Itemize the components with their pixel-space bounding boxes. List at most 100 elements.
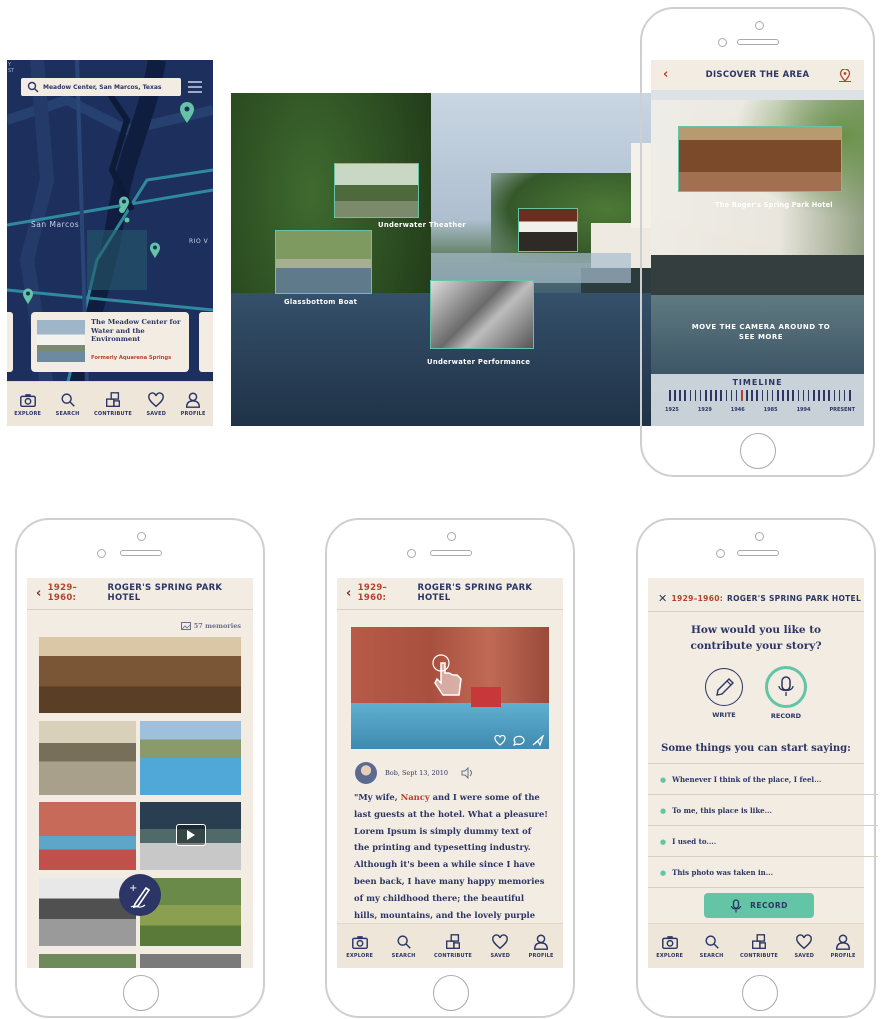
timeline-tick bbox=[771, 390, 774, 401]
gallery-photo[interactable] bbox=[140, 721, 241, 795]
side-card-left[interactable] bbox=[7, 312, 13, 372]
search-bar[interactable]: Meadow Center, San Marcos, Texas bbox=[21, 78, 181, 96]
audio-icon[interactable] bbox=[460, 767, 474, 779]
back-arrow-icon[interactable]: ‹ bbox=[36, 586, 42, 601]
timeline-years: 1925 1929 1946 1985 1994 PRESENT bbox=[665, 407, 855, 413]
timeline-year[interactable]: 1929 bbox=[698, 407, 712, 413]
timeline-tick bbox=[777, 390, 779, 401]
add-memory-button[interactable]: + bbox=[119, 874, 161, 916]
home-button[interactable] bbox=[742, 975, 778, 1011]
gallery-photo[interactable] bbox=[39, 637, 241, 713]
location-subtitle: Formerly Aquarena Springs bbox=[91, 355, 172, 361]
contribute-screen: ✕ 1929–1960: ROGER'S SPRING PARK HOTEL H… bbox=[648, 578, 864, 968]
record-button[interactable]: RECORD bbox=[704, 893, 814, 918]
back-arrow-icon[interactable]: ‹ bbox=[346, 586, 352, 601]
nav-profile[interactable]: PROFILE bbox=[529, 933, 554, 959]
map-pin-icon[interactable] bbox=[179, 102, 195, 124]
header-title: ROGER'S SPRING PARK HOTEL bbox=[107, 583, 223, 603]
location-title: The Meadow Center for Water and the Envi… bbox=[91, 318, 181, 343]
side-card-right[interactable] bbox=[199, 312, 213, 372]
comment-icon[interactable] bbox=[513, 735, 525, 746]
ar-marker-small-building[interactable] bbox=[518, 208, 578, 252]
location-pin-icon[interactable] bbox=[839, 69, 851, 82]
nav-explore[interactable]: EXPLORE bbox=[656, 933, 683, 959]
close-icon[interactable]: ✕ bbox=[658, 592, 668, 605]
timeline-year[interactable]: 1994 bbox=[797, 407, 811, 413]
story-photo[interactable] bbox=[351, 627, 549, 749]
prompt-item[interactable]: ● This photo was taken in... bbox=[660, 859, 864, 886]
write-option[interactable]: WRITE bbox=[704, 668, 744, 719]
timeline-year[interactable]: PRESENT bbox=[829, 407, 855, 413]
prompt-item[interactable]: ● To me, this place is like... bbox=[660, 797, 864, 824]
ar-marker-rogers-hotel[interactable] bbox=[678, 126, 842, 192]
map-pin-icon[interactable] bbox=[118, 196, 130, 213]
timeline-year[interactable]: 1985 bbox=[764, 407, 778, 413]
ar-label-underwater-theater: Underwater Theather bbox=[378, 221, 467, 229]
ar-marker-glassbottom-boat[interactable] bbox=[275, 230, 372, 294]
ar-hint: MOVE THE CAMERA AROUND TO SEE MORE bbox=[691, 323, 831, 341]
nav-contribute[interactable]: CONTRIBUTE bbox=[434, 933, 472, 959]
nav-saved[interactable]: SAVED bbox=[795, 933, 815, 959]
share-icon[interactable] bbox=[532, 735, 544, 746]
nav-label: SAVED bbox=[146, 411, 167, 417]
timeline-tick bbox=[818, 390, 820, 401]
phone-speaker bbox=[737, 39, 779, 45]
profile-icon bbox=[836, 934, 851, 950]
bottom-nav: EXPLORE SEARCH CONTRIBUTE SAVED PROFILE bbox=[7, 381, 213, 426]
map-pin-icon[interactable] bbox=[149, 242, 161, 259]
gallery-photo[interactable] bbox=[39, 954, 136, 968]
timeline-tick bbox=[684, 390, 686, 401]
gallery-video[interactable] bbox=[140, 802, 241, 870]
home-button[interactable] bbox=[433, 975, 469, 1011]
gallery-photo[interactable] bbox=[39, 802, 136, 870]
location-card[interactable]: The Meadow Center for Water and the Envi… bbox=[31, 312, 189, 372]
nav-profile[interactable]: PROFILE bbox=[831, 933, 856, 959]
phone-speaker bbox=[120, 550, 162, 556]
play-icon[interactable] bbox=[176, 824, 206, 846]
record-option[interactable]: RECORD bbox=[764, 666, 808, 720]
nav-search[interactable]: SEARCH bbox=[700, 933, 724, 959]
search-input[interactable]: Meadow Center, San Marcos, Texas bbox=[43, 84, 161, 91]
gallery-photo[interactable] bbox=[140, 954, 241, 968]
nav-saved[interactable]: SAVED bbox=[491, 933, 511, 959]
timeline-year[interactable]: 1925 bbox=[665, 407, 679, 413]
timeline-slider[interactable] bbox=[669, 390, 851, 402]
nav-explore[interactable]: EXPLORE bbox=[346, 933, 373, 959]
timeline-tick bbox=[807, 390, 810, 401]
ar-marker-underwater-performance[interactable] bbox=[430, 280, 534, 349]
nav-profile[interactable]: PROFILE bbox=[181, 391, 206, 417]
ar-header-title: DISCOVER THE AREA bbox=[705, 70, 810, 80]
list-view-icon[interactable] bbox=[187, 80, 203, 94]
home-button[interactable] bbox=[740, 433, 776, 469]
camera-icon bbox=[19, 394, 36, 408]
timeline-tick bbox=[705, 390, 707, 401]
timeline-tick bbox=[849, 390, 851, 401]
heart-icon[interactable] bbox=[494, 735, 506, 746]
timeline-year[interactable]: 1946 bbox=[731, 407, 745, 413]
home-button[interactable] bbox=[123, 975, 159, 1011]
gallery-photo[interactable] bbox=[39, 721, 136, 795]
nav-label: CONTRIBUTE bbox=[740, 953, 778, 959]
nav-contribute[interactable]: CONTRIBUTE bbox=[740, 933, 778, 959]
nav-explore[interactable]: EXPLORE bbox=[14, 391, 41, 417]
nav-search[interactable]: SEARCH bbox=[392, 933, 416, 959]
ar-marker-underwater-theater[interactable] bbox=[334, 163, 419, 218]
timeline-tick bbox=[813, 390, 815, 401]
profile-icon bbox=[534, 934, 549, 950]
header-title: ROGER'S SPRING PARK HOTEL bbox=[417, 583, 533, 603]
nav-label: SEARCH bbox=[391, 953, 416, 959]
map-pin-icon[interactable] bbox=[22, 288, 34, 305]
back-arrow-icon[interactable]: ‹ bbox=[663, 67, 669, 82]
author-avatar[interactable] bbox=[355, 762, 377, 784]
nav-label: CONTRIBUTE bbox=[434, 953, 472, 959]
prompt-item[interactable]: ● Whenever I think of the place, I feel..… bbox=[660, 766, 864, 793]
nav-search[interactable]: SEARCH bbox=[56, 391, 80, 417]
nav-saved[interactable]: SAVED bbox=[147, 391, 167, 417]
nav-contribute[interactable]: CONTRIBUTE bbox=[94, 391, 132, 417]
phone-camera bbox=[755, 21, 764, 30]
timeline-tick bbox=[828, 390, 830, 401]
ar-phone-screen: ‹ DISCOVER THE AREA The Roger's Spring P… bbox=[651, 60, 864, 426]
prompt-item[interactable]: ● I used to.... bbox=[660, 828, 864, 855]
timeline-tick bbox=[689, 390, 692, 401]
timeline-tick bbox=[679, 390, 681, 401]
